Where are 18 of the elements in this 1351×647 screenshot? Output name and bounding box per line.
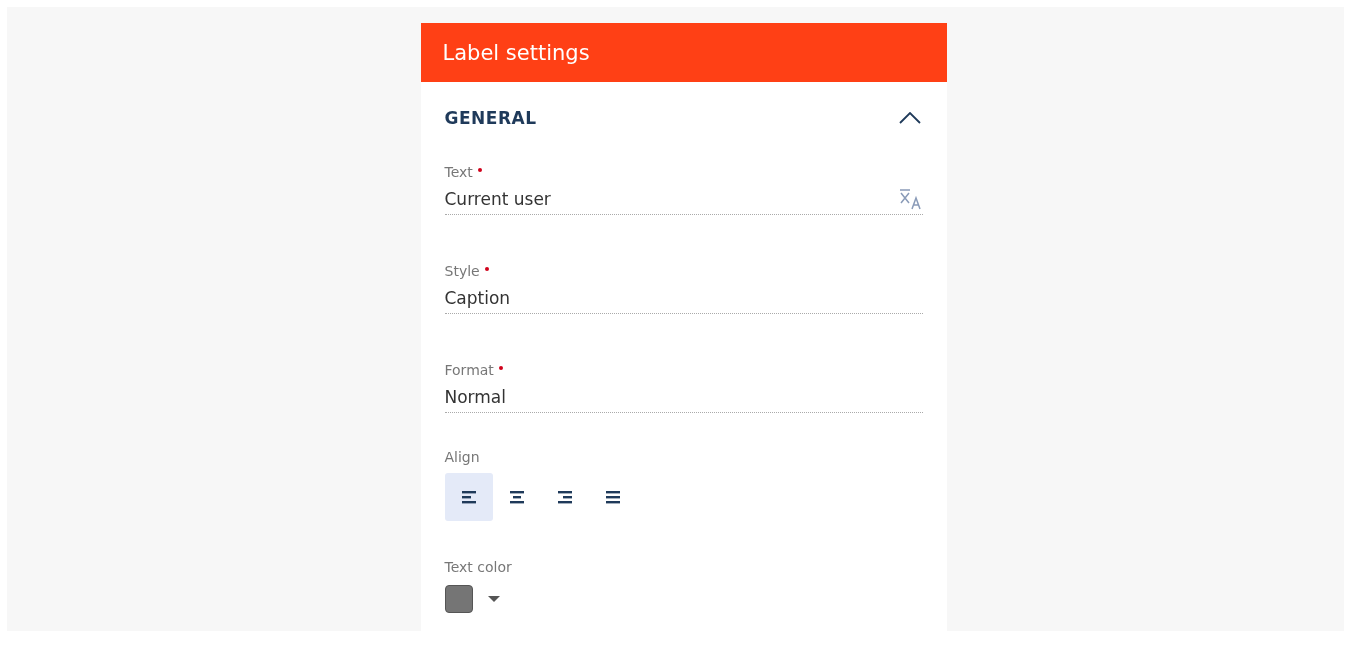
translate-icon[interactable]	[898, 188, 923, 210]
field-label: Text color	[444, 559, 512, 575]
field-label: Style	[444, 263, 480, 279]
field-label: Text	[444, 164, 473, 180]
form-field[interactable]: Format Normal	[444, 352, 923, 413]
field-label: Format	[444, 362, 494, 378]
form-field[interactable]: Text Current user	[444, 154, 923, 215]
field-label: Align	[444, 449, 480, 465]
form-field[interactable]: Style Caption	[444, 253, 923, 314]
align-button[interactable]	[444, 473, 493, 521]
field-value: Normal	[444, 387, 506, 407]
dropdown-caret-icon[interactable]	[486, 595, 501, 603]
field-value: Current user	[444, 189, 551, 209]
collapse-chevron-icon[interactable]	[898, 112, 921, 124]
section-title: GENERAL	[444, 108, 537, 128]
panel-title: Label settings	[442, 40, 590, 65]
field-value: Caption	[444, 288, 511, 308]
color-swatch[interactable]	[444, 585, 473, 613]
